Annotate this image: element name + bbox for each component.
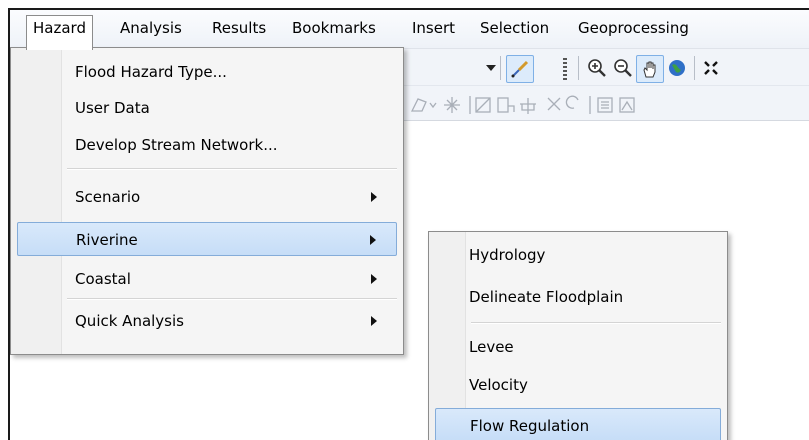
zoom-in-icon[interactable] bbox=[584, 55, 610, 81]
menu-item-scenario[interactable]: Scenario bbox=[17, 180, 397, 214]
globe-icon[interactable] bbox=[664, 55, 690, 81]
menu-item-velocity[interactable]: Velocity bbox=[435, 368, 721, 402]
submenu-arrow-icon bbox=[370, 235, 376, 245]
menu-selection[interactable]: Selection bbox=[474, 16, 555, 40]
toolbar-separator bbox=[694, 56, 695, 80]
menu-item-quick-analysis[interactable]: Quick Analysis bbox=[17, 304, 397, 338]
riverine-submenu: Hydrology Delineate Floodplain Levee Vel… bbox=[428, 231, 728, 440]
menu-insert[interactable]: Insert bbox=[406, 16, 461, 40]
application-window: Hazard Analysis Results Bookmarks Insert… bbox=[8, 8, 809, 440]
menu-item-label: Scenario bbox=[75, 188, 141, 206]
edit-tool-icon[interactable] bbox=[506, 55, 534, 83]
hazard-menu: Flood Hazard Type... User Data Develop S… bbox=[10, 47, 404, 355]
menu-results[interactable]: Results bbox=[206, 16, 272, 40]
menu-separator bbox=[471, 322, 721, 324]
toolbar-separator bbox=[578, 56, 579, 80]
pan-hand-icon[interactable] bbox=[636, 55, 664, 83]
menu-item-label: Riverine bbox=[76, 231, 138, 249]
menu-item-delineate-floodplain[interactable]: Delineate Floodplain bbox=[435, 280, 721, 314]
menu-item-label: Coastal bbox=[75, 270, 131, 288]
menu-separator bbox=[67, 298, 397, 300]
zoom-out-icon[interactable] bbox=[610, 55, 636, 81]
submenu-arrow-icon bbox=[371, 192, 377, 202]
menu-analysis[interactable]: Analysis bbox=[114, 16, 188, 40]
menu-bookmarks[interactable]: Bookmarks bbox=[286, 16, 382, 40]
full-extent-icon[interactable] bbox=[698, 55, 724, 81]
menu-item-flood-hazard-type[interactable]: Flood Hazard Type... bbox=[17, 55, 397, 89]
menu-geoprocessing[interactable]: Geoprocessing bbox=[572, 16, 695, 40]
menu-item-hydrology[interactable]: Hydrology bbox=[435, 238, 721, 272]
dropdown-arrow-icon[interactable] bbox=[486, 65, 496, 71]
submenu-arrow-icon bbox=[371, 316, 377, 326]
menu-item-label: Quick Analysis bbox=[75, 312, 184, 330]
menu-item-user-data[interactable]: User Data bbox=[17, 91, 397, 125]
submenu-arrow-icon bbox=[371, 274, 377, 284]
editor-tools-disabled bbox=[408, 94, 808, 120]
menu-hazard[interactable]: Hazard bbox=[26, 15, 93, 50]
toolbar-separator bbox=[500, 56, 501, 80]
menu-separator bbox=[67, 168, 397, 170]
menu-item-coastal[interactable]: Coastal bbox=[17, 262, 397, 296]
menu-item-develop-stream-network[interactable]: Develop Stream Network... bbox=[17, 128, 397, 162]
menu-item-flow-regulation[interactable]: Flow Regulation bbox=[435, 408, 721, 440]
menu-bar: Hazard Analysis Results Bookmarks Insert… bbox=[10, 10, 809, 50]
menu-item-levee[interactable]: Levee bbox=[435, 330, 721, 364]
menu-item-riverine[interactable]: Riverine bbox=[17, 222, 397, 256]
toolbar-grip[interactable] bbox=[563, 58, 567, 80]
